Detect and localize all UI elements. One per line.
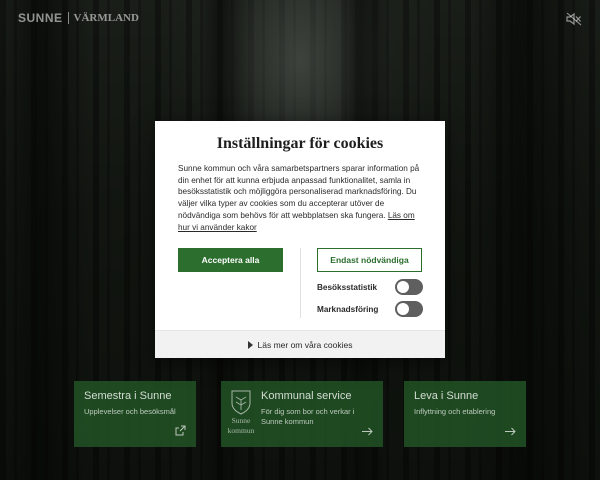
crest-text-kommun: kommun — [227, 426, 255, 435]
vertical-divider — [300, 248, 301, 318]
read-more-label: Läs mer om våra cookies — [257, 339, 353, 350]
sunne-kommun-crest: Sunne kommun — [223, 389, 259, 445]
card-subtitle: Upplevelser och besöksmål — [84, 407, 176, 416]
card-title: Kommunal service — [261, 390, 352, 402]
necessary-only-button[interactable]: Endast nödvändiga — [317, 248, 422, 272]
toggle-knob — [397, 303, 409, 315]
caret-right-icon — [247, 340, 253, 349]
marketing-toggle[interactable] — [395, 301, 423, 317]
toggle-row-statistics: Besöksstatistik — [317, 279, 423, 295]
cookie-settings-dialog: Inställningar för cookies Sunne kommun o… — [155, 121, 445, 358]
dialog-title: Inställningar för cookies — [216, 135, 384, 152]
toggle-knob — [397, 281, 409, 293]
card-kommunal-service[interactable]: Sunne kommun Kommunal service För dig so… — [221, 381, 383, 447]
card-leva-i-sunne[interactable]: Leva i Sunne Inflyttning och etablering — [404, 381, 526, 447]
external-link-icon — [175, 425, 186, 439]
arrow-right-icon — [505, 426, 516, 439]
card-subtitle: För dig som bor och verkar i Sunne kommu… — [261, 407, 355, 426]
toggle-label-marketing: Marknadsföring — [317, 304, 379, 314]
logo-varmland-text: VÄRMLAND — [73, 12, 139, 24]
dialog-body-text: Sunne kommun och våra samarbetspartners … — [178, 164, 420, 220]
sound-muted-icon[interactable] — [566, 11, 582, 26]
card-title: Leva i Sunne — [414, 390, 479, 402]
toggle-label-statistics: Besöksstatistik — [317, 282, 378, 292]
accept-all-button[interactable]: Acceptera alla — [178, 248, 283, 272]
card-semestra[interactable]: Semestra i Sunne Upplevelser och besöksm… — [74, 381, 196, 447]
statistics-toggle[interactable] — [395, 279, 423, 295]
logo-sunne-text: SUNNE — [18, 11, 63, 25]
read-more-cookies[interactable]: Läs mer om våra cookies — [155, 330, 445, 358]
coat-of-arms-icon — [231, 390, 251, 415]
crest-text-sunne: Sunne — [231, 416, 251, 425]
arrow-right-icon — [362, 426, 373, 439]
speaker-muted-icon — [566, 12, 582, 26]
site-logo[interactable]: SUNNE VÄRMLAND — [18, 11, 139, 25]
dialog-body: Sunne kommun och våra samarbetspartners … — [178, 163, 424, 233]
card-title: Semestra i Sunne — [84, 390, 172, 402]
toggle-row-marketing: Marknadsföring — [317, 301, 423, 317]
logo-divider — [67, 12, 69, 24]
card-subtitle: Inflyttning och etablering — [414, 407, 496, 416]
